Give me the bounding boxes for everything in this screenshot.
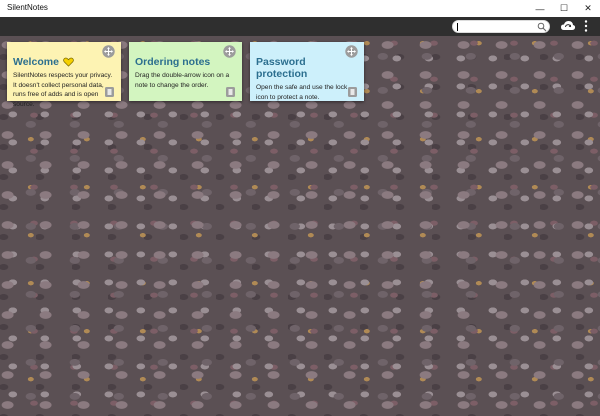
note-title-text: Welcome (13, 56, 59, 68)
search-input[interactable] (452, 20, 550, 33)
toolbar (0, 17, 600, 36)
app-title: SilentNotes (7, 3, 48, 12)
heart-icon (63, 57, 74, 67)
note-title-text: Ordering notes (135, 56, 211, 68)
note-title: Ordering notes (135, 56, 236, 68)
maximize-button[interactable]: ☐ (552, 0, 576, 17)
kebab-menu-icon[interactable] (583, 18, 589, 34)
note-card-ordering[interactable]: Ordering notes Drag the double-arrow ico… (129, 42, 242, 101)
note-title: Welcome (13, 56, 115, 68)
trash-icon[interactable] (226, 87, 235, 97)
note-title-text: Password protection (256, 56, 308, 80)
note-body: SilentNotes respects your privacy. It do… (13, 72, 113, 108)
move-icon[interactable] (223, 45, 236, 58)
move-icon[interactable] (345, 45, 358, 58)
move-icon[interactable] (102, 45, 115, 58)
search-icon[interactable] (537, 22, 547, 32)
trash-icon[interactable] (348, 87, 357, 97)
close-button[interactable]: ✕ (576, 0, 600, 17)
minimize-button[interactable]: — (528, 0, 552, 17)
note-title: Password protection (256, 56, 358, 80)
text-caret (457, 23, 458, 31)
title-bar: SilentNotes — ☐ ✕ (0, 0, 600, 18)
note-body: Drag the double-arrow icon on a note to … (135, 72, 230, 89)
note-card-password[interactable]: Password protection Open the safe and us… (250, 42, 364, 101)
cloud-sync-icon[interactable] (560, 18, 576, 34)
note-card-welcome[interactable]: Welcome SilentNotes respects your privac… (7, 42, 121, 108)
note-body: Open the safe and use the lock icon to p… (256, 84, 348, 101)
trash-icon[interactable] (105, 87, 114, 97)
